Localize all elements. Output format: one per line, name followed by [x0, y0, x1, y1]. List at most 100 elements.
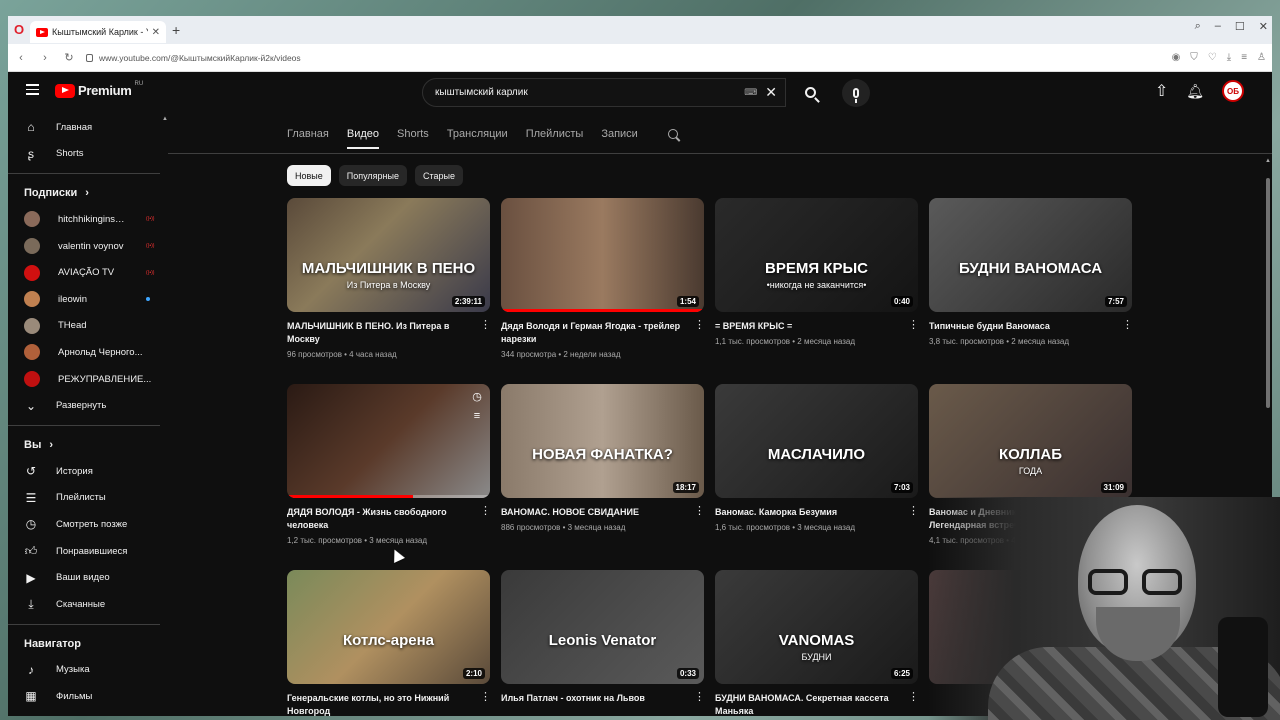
video-thumbnail[interactable]: Leonis Venator 0:33	[501, 570, 704, 684]
video-title[interactable]: Генеральские котлы, но это Нижний Новгор…	[287, 692, 476, 716]
voice-search-button[interactable]	[842, 79, 870, 107]
maximize-icon[interactable]: ☐	[1235, 20, 1245, 33]
back-icon[interactable]: ‹	[14, 52, 28, 64]
video-card[interactable]: МАЛЬЧИШНИК В ПЕНО Из Питера в Москву 2:39:…	[287, 198, 491, 384]
video-thumbnail[interactable]: 1:54	[501, 198, 704, 312]
sidebar-item-watch-later[interactable]: ◷ Смотреть позже	[8, 511, 168, 538]
more-actions-icon[interactable]: ⋮	[1122, 320, 1133, 346]
opera-logo-icon[interactable]: O	[12, 23, 26, 37]
sidebar-item-home[interactable]: ⌂ Главная	[8, 114, 168, 141]
tab-0[interactable]: Главная	[287, 128, 329, 149]
video-card[interactable]: 1:54 Дядя Володя и Герман Ягодка - трейле…	[501, 198, 705, 384]
sidebar-item-history[interactable]: ↺ История	[8, 458, 168, 485]
sidebar-item-movies[interactable]: ▦ Фильмы	[8, 683, 168, 710]
video-title[interactable]: Илья Патлач - охотник на Львов	[501, 692, 690, 705]
search-tabs-icon[interactable]: ⌕	[1195, 20, 1201, 33]
video-card[interactable]: БУДНИ ВАНОМАСА 7:57 Типичные будни Ваномас…	[929, 198, 1133, 384]
sidebar-item-playlists[interactable]: ☰ Плейлисты	[8, 485, 168, 512]
tab-5[interactable]: Записи	[601, 128, 638, 149]
video-thumbnail[interactable]: ◷ ≡	[287, 384, 490, 498]
video-card[interactable]: НОВАЯ ФАНАТКА? 18:17 ВАНОМАС. НОВОЕ СВИДАН…	[501, 384, 705, 570]
new-tab-icon[interactable]: +	[172, 22, 180, 38]
account-avatar[interactable]: ОБ	[1222, 80, 1244, 102]
subscriptions-heading[interactable]: Подписки ›	[8, 180, 168, 206]
video-title[interactable]: ВАНОМАС. НОВОЕ СВИДАНИЕ	[501, 506, 690, 519]
watch-later-icon[interactable]: ◷	[470, 390, 484, 404]
sort-chip[interactable]: Новые	[287, 165, 331, 186]
video-card[interactable]: ВРЕМЯ КРЫС •никогда не заканчится• 0:40 = В…	[715, 198, 919, 384]
more-actions-icon[interactable]: ⋮	[694, 320, 705, 359]
more-actions-icon[interactable]: ⋮	[908, 320, 919, 346]
video-title[interactable]: ДЯДЯ ВОЛОДЯ - Жизнь свободного человека	[287, 506, 476, 532]
video-card[interactable]: ◷ ≡ ДЯДЯ ВОЛОДЯ - Жизнь свободного человек…	[287, 384, 491, 570]
channel-search-icon[interactable]	[667, 129, 678, 139]
youtube-logo[interactable]: Premium RU	[55, 81, 143, 98]
video-title[interactable]: МАЛЬЧИШНИК В ПЕНО. Из Питера в Москву	[287, 320, 476, 346]
subscription-item[interactable]: Арнольд Черного...	[8, 339, 168, 366]
sidebar-item-your-videos[interactable]: ▶ Ваши видео	[8, 564, 168, 591]
close-window-icon[interactable]: ✕	[1259, 20, 1268, 33]
subscription-item[interactable]: AVIAÇÃO TV ((•))	[8, 259, 168, 286]
video-card[interactable]: Leonis Venator 0:33 Илья Патлач - охотник …	[501, 570, 705, 716]
video-thumbnail[interactable]: МАСЛАЧИЛО 7:03	[715, 384, 918, 498]
forward-icon[interactable]: ›	[38, 52, 52, 64]
more-actions-icon[interactable]: ⋮	[908, 692, 919, 716]
download-icon[interactable]: ⤓	[1227, 52, 1231, 63]
more-actions-icon[interactable]: ⋮	[480, 320, 491, 359]
video-card[interactable]: МАСЛАЧИЛО 7:03 Ваномас. Каморка Безумия 1,6…	[715, 384, 919, 570]
video-thumbnail[interactable]: VANOMAS БУДНИ 6:25	[715, 570, 918, 684]
tab-3[interactable]: Трансляции	[447, 128, 508, 149]
tab-4[interactable]: Плейлисты	[526, 128, 584, 149]
video-card[interactable]: VANOMAS БУДНИ 6:25 БУДНИ ВАНОМАСА. Секретна…	[715, 570, 919, 716]
keyboard-icon[interactable]: ⌨	[744, 87, 757, 98]
sidebar-item-download[interactable]: ⤓ Скачанные	[8, 591, 168, 618]
more-actions-icon[interactable]: ⋮	[694, 692, 705, 705]
sidebar-item-shorts[interactable]: ʂ Shorts	[8, 141, 168, 168]
subscription-item[interactable]: hitchhikinginsaig... ((•))	[8, 206, 168, 233]
camera-icon[interactable]: ◉	[1172, 52, 1181, 63]
more-actions-icon[interactable]: ⋮	[480, 692, 491, 716]
notifications-bell-icon[interactable]: 🔔︎	[1186, 83, 1204, 100]
shield-icon[interactable]: ⛉	[1190, 52, 1198, 63]
tab-close-icon[interactable]: ✕	[152, 27, 160, 38]
subscription-item[interactable]: valentin voynov ((•))	[8, 233, 168, 260]
profile-icon[interactable]: ♙	[1257, 52, 1266, 63]
video-title[interactable]: = ВРЕМЯ КРЫС =	[715, 320, 904, 333]
url-field[interactable]: www.youtube.com/@КыштымскийКарлик-й2к/vi…	[86, 53, 1162, 63]
video-thumbnail[interactable]: БУДНИ ВАНОМАСА 7:57	[929, 198, 1132, 312]
search-input[interactable]	[435, 87, 745, 98]
sort-chip[interactable]: Старые	[415, 165, 464, 186]
menu-icon[interactable]	[26, 84, 39, 95]
video-title[interactable]: Ваномас. Каморка Безумия	[715, 506, 904, 519]
scrollbar-thumb[interactable]	[1266, 178, 1270, 408]
video-card[interactable]: Котлс-арена 2:10 Генеральские котлы, но эт…	[287, 570, 491, 716]
browser-tab[interactable]: Кыштымский Карлик - Y ✕	[30, 21, 166, 43]
video-thumbnail[interactable]: МАЛЬЧИШНИК В ПЕНО Из Питера в Москву 2:39:…	[287, 198, 490, 312]
reload-icon[interactable]: ↻	[62, 51, 76, 64]
sort-chip[interactable]: Популярные	[338, 165, 407, 186]
sidebar-item-like[interactable]: 👍︎ Понравившиеся	[8, 538, 168, 565]
subscription-item[interactable]: THead	[8, 313, 168, 340]
clear-search-icon[interactable]: ✕	[765, 84, 777, 101]
video-thumbnail[interactable]: ВРЕМЯ КРЫС •никогда не заканчится• 0:40	[715, 198, 918, 312]
sidebar-item-music[interactable]: ♪ Музыка	[8, 657, 168, 684]
minimize-icon[interactable]: –	[1215, 20, 1221, 33]
upload-icon[interactable]: ⇧	[1155, 81, 1168, 101]
video-thumbnail[interactable]: Котлс-арена 2:10	[287, 570, 490, 684]
more-actions-icon[interactable]: ⋮	[480, 506, 491, 545]
more-actions-icon[interactable]: ⋮	[908, 506, 919, 532]
add-to-queue-icon[interactable]: ≡	[470, 410, 484, 424]
video-title[interactable]: Типичные будни Ваномаса	[929, 320, 1118, 333]
video-thumbnail[interactable]: КОЛЛАБ ГОДА 31:09	[929, 384, 1132, 498]
video-title[interactable]: БУДНИ ВАНОМАСА. Секретная кассета Маньяк…	[715, 692, 904, 716]
expand-subscriptions-button[interactable]: ⌄ Развернуть	[8, 392, 168, 419]
subscription-item[interactable]: ileowin	[8, 286, 168, 313]
tab-2[interactable]: Shorts	[397, 128, 429, 149]
subscription-item[interactable]: РЕЖУПРАВЛЕНИЕ...	[8, 366, 168, 393]
easy-setup-icon[interactable]: ≡	[1241, 52, 1247, 63]
heart-icon[interactable]: ♡	[1208, 52, 1217, 63]
video-title[interactable]: Дядя Володя и Герман Ягодка - трейлер на…	[501, 320, 690, 346]
tab-1[interactable]: Видео	[346, 128, 380, 149]
more-actions-icon[interactable]: ⋮	[694, 506, 705, 532]
you-heading[interactable]: Вы ›	[8, 432, 168, 458]
